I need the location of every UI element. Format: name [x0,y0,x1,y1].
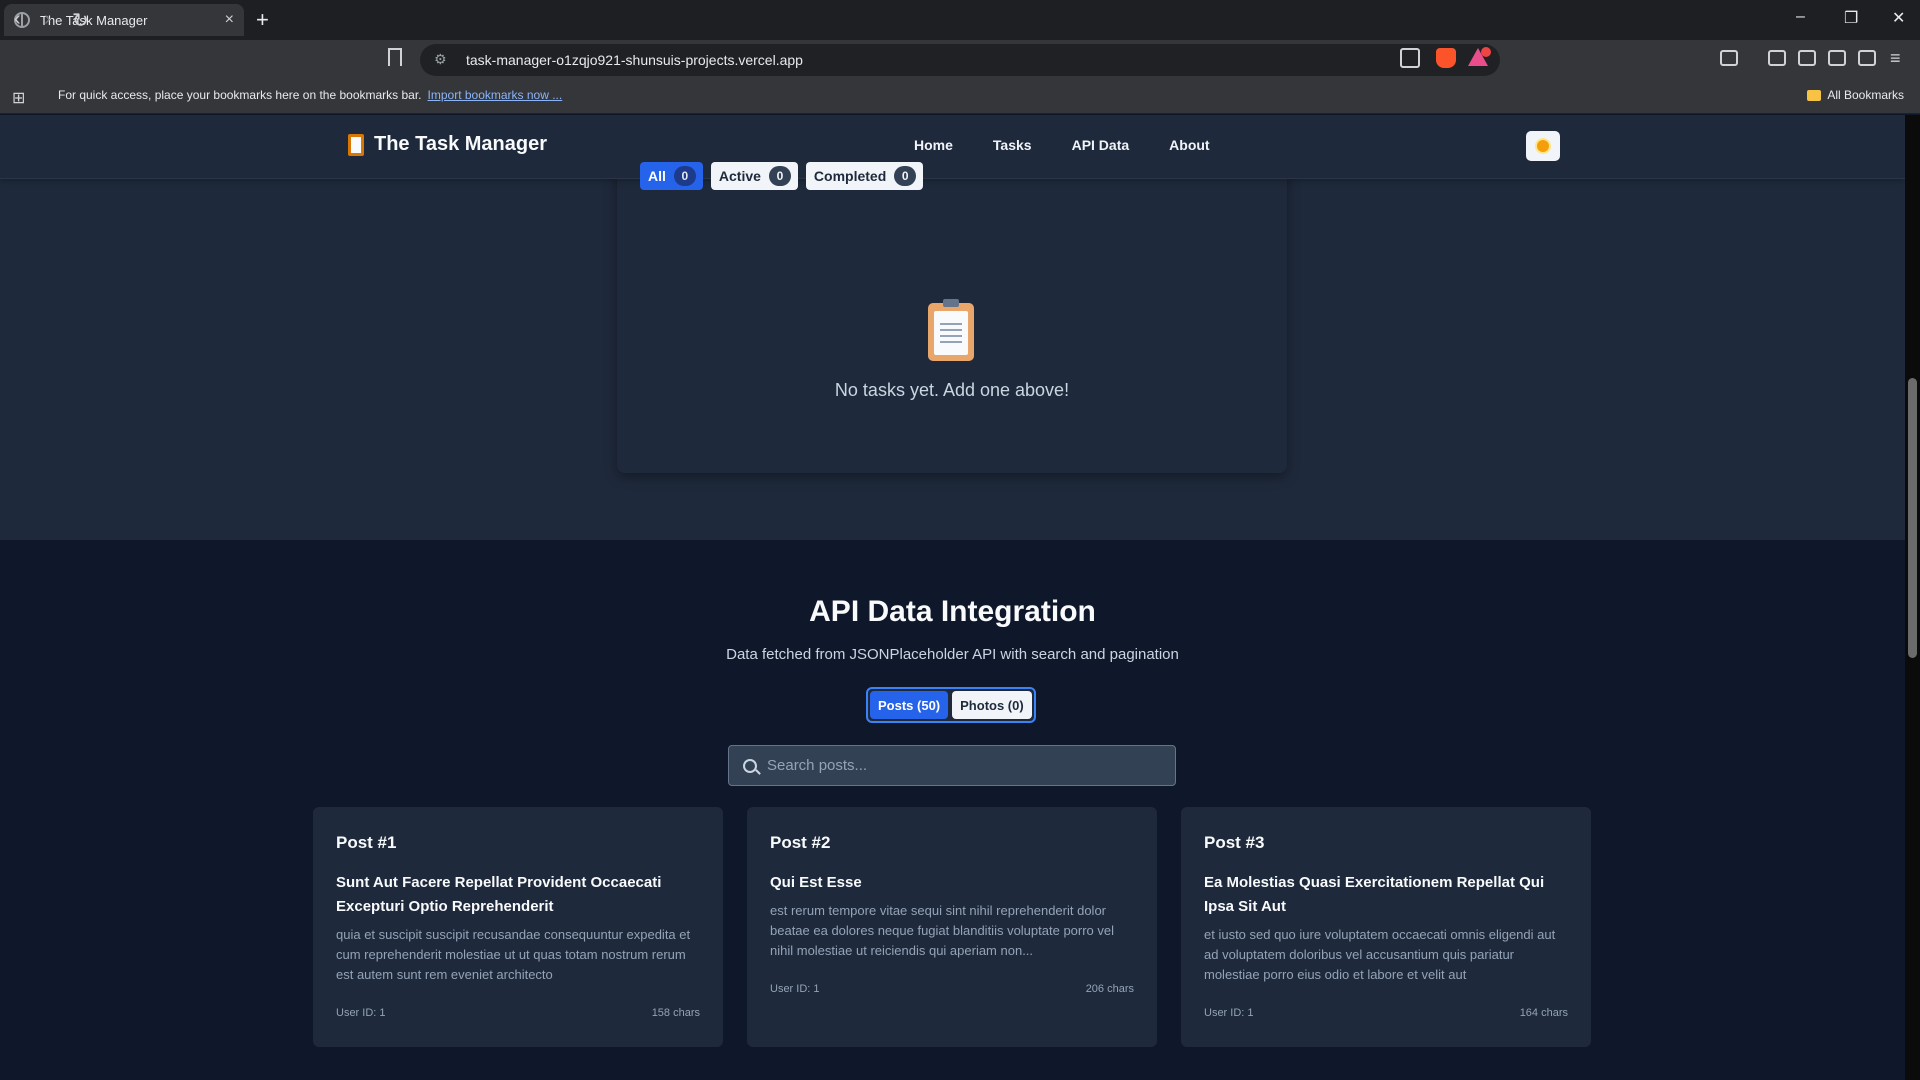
post-chars: 206 chars [1085,983,1134,995]
clipboard-icon [348,133,364,156]
search-box [728,745,1176,786]
sidebar-icon[interactable] [1768,50,1786,66]
restore-icon[interactable]: ❐ [1844,8,1858,28]
bookmark-icon[interactable] [388,48,402,66]
count-badge: 0 [673,166,696,186]
forward-arrow-icon[interactable]: › [44,8,51,31]
post-user: User ID: 1 [1204,1007,1254,1019]
post-number: Post #3 [1204,833,1265,852]
sun-icon [1537,140,1549,152]
post-card[interactable]: Post #2 Qui Est Esse est rerum tempore v… [747,807,1157,1047]
site-settings-icon[interactable]: ⚙ [434,51,452,69]
post-body: quia et suscipit suscipit recusandae con… [336,927,691,982]
notification-badge [1481,47,1491,57]
section-title: API Data Integration [809,595,1096,628]
filter-all[interactable]: All 0 [640,162,703,190]
nav-tasks[interactable]: Tasks [993,137,1032,153]
post-body: est rerum tempore vitae sequi sint nihil… [770,903,1115,958]
count-badge: 0 [894,166,917,186]
tab-photos[interactable]: Photos (0) [952,691,1032,719]
section-subtitle: Data fetched from JSONPlaceholder API wi… [726,646,1179,663]
back-arrow-icon[interactable]: ‹ [14,8,21,31]
post-body: et iusto sed quo iure voluptatem occaeca… [1204,927,1556,982]
post-title: Qui Est Esse [770,874,862,891]
post-chars: 164 chars [1519,1007,1568,1019]
close-icon[interactable]: × [225,11,234,29]
browser-tab[interactable]: The Task Manager × [4,4,244,36]
share-icon[interactable] [1400,48,1420,68]
empty-state-message: No tasks yet. Add one above! [834,380,1070,400]
post-user: User ID: 1 [770,983,820,995]
post-meta: User ID: 1 164 chars [1204,1007,1568,1019]
task-filters: All 0 Active 0 Completed 0 [640,162,924,190]
post-grid: Post #1 Sunt Aut Facere Repellat Provide… [313,807,1591,1047]
menu-icon[interactable]: ≡ [1890,48,1901,69]
post-number: Post #2 [770,833,831,852]
nav-about[interactable]: About [1169,137,1209,153]
vpn-icon[interactable] [1858,50,1876,66]
app-header: The Task Manager Home Tasks API Data Abo… [0,115,1905,179]
url-text: task-manager-o1zqjo921-shunsuis-projects… [466,52,803,68]
post-card[interactable]: Post #3 Ea Molestias Quasi Exercitatione… [1181,807,1591,1047]
clipboard-icon [928,299,974,361]
page-viewport: The Task Manager Home Tasks API Data Abo… [0,115,1905,1080]
reload-icon[interactable]: ↻ [72,8,89,33]
post-title: Sunt Aut Facere Repellat Provident Occae… [336,874,662,915]
all-bookmarks-button[interactable]: All Bookmarks [1807,88,1904,102]
post-card[interactable]: Post #1 Sunt Aut Facere Repellat Provide… [313,807,723,1047]
count-badge: 0 [768,166,791,186]
brand-title: The Task Manager [374,133,548,155]
brand[interactable]: The Task Manager [348,133,547,156]
search-input[interactable] [767,757,1147,774]
post-meta: User ID: 1 206 chars [770,983,1134,995]
tab-posts[interactable]: Posts (50) [870,691,949,719]
brave-shield-icon[interactable] [1436,48,1456,68]
tab-title: The Task Manager [40,12,148,28]
window-close-icon[interactable]: ✕ [1892,8,1905,28]
post-title: Ea Molestias Quasi Exercitationem Repell… [1204,874,1545,915]
api-section: API Data Integration Data fetched from J… [0,540,1905,1080]
new-tab-icon[interactable]: + [256,7,269,33]
wallet-icon[interactable] [1798,50,1816,66]
post-chars: 158 chars [651,1007,700,1019]
nav-home[interactable]: Home [914,137,953,153]
apps-icon[interactable]: ⊞ [12,88,25,108]
post-meta: User ID: 1 158 chars [336,1007,700,1019]
screenshot-icon[interactable] [1720,50,1738,66]
import-bookmarks-link[interactable]: Import bookmarks now ... [428,88,563,102]
leo-ai-icon[interactable] [1828,50,1846,66]
search-icon [743,758,757,773]
main-nav: Home Tasks API Data About [914,137,1210,153]
filter-completed[interactable]: Completed 0 [805,162,924,190]
bookmarks-hint: For quick access, place your bookmarks h… [58,88,563,102]
post-user: User ID: 1 [336,1007,386,1019]
post-number: Post #1 [336,833,397,852]
theme-toggle-button[interactable] [1526,131,1560,161]
nav-api-data[interactable]: API Data [1072,137,1130,153]
folder-icon [1807,89,1822,101]
scrollbar-thumb[interactable] [1908,378,1917,658]
filter-active[interactable]: Active 0 [710,162,798,190]
tab-strip: The Task Manager × + – ❐ ✕ [0,0,1920,40]
data-type-tabs: Posts (50) Photos (0) [866,687,1036,723]
address-bar[interactable]: ⚙ task-manager-o1zqjo921-shunsuis-projec… [420,44,1500,76]
minimize-icon[interactable]: – [1796,8,1805,26]
